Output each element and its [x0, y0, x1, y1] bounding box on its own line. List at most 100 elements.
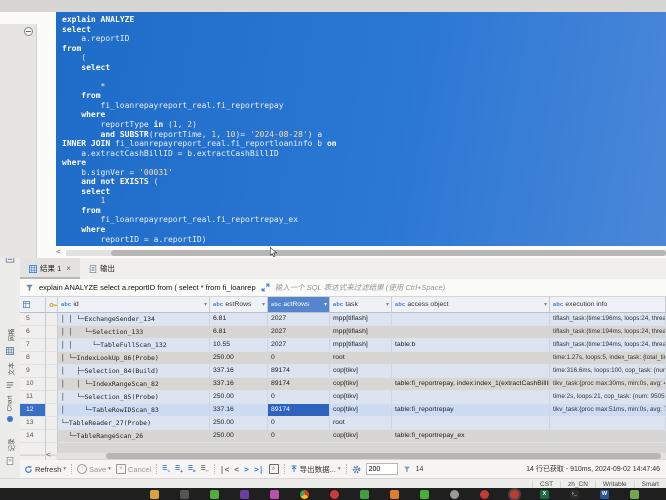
- cell-execution-info[interactable]: tikv_task:{proc max:30ms, min:0s, avg: 4…: [550, 378, 666, 391]
- cell-id[interactable]: │ │ └─TableFullScan_132: [58, 339, 210, 352]
- cell-task[interactable]: mpp[tiflash]: [330, 326, 392, 339]
- cell-access-object[interactable]: [392, 391, 550, 404]
- key-cell[interactable]: [46, 365, 58, 378]
- cell-execution-info[interactable]: [550, 430, 666, 443]
- filter-query-text[interactable]: explain ANALYZE select a.reportID from (…: [39, 283, 256, 292]
- chevron-down-icon[interactable]: ▾: [108, 466, 111, 472]
- cell-task[interactable]: cop[tikv]: [330, 365, 392, 378]
- scrollbar-thumb[interactable]: [106, 453, 661, 459]
- cell-id[interactable]: └─TableRangeScan_26: [58, 430, 210, 443]
- cell-id[interactable]: │ └─Selection_85(Probe): [58, 391, 210, 404]
- column-header-actRows[interactable]: abcactRows▾: [268, 297, 330, 313]
- scroll-left-icon[interactable]: <: [46, 450, 51, 459]
- tab-results[interactable]: 结果 1 ×: [20, 258, 80, 279]
- cell-execution-info[interactable]: time:2s, loops:21, cop_task: {num: 9505,…: [550, 391, 666, 404]
- prev-page-icon[interactable]: <: [234, 465, 239, 474]
- red-circle-app-icon[interactable]: [330, 490, 339, 499]
- sort-icon[interactable]: ▾: [262, 301, 265, 308]
- key-cell[interactable]: [46, 404, 58, 417]
- cell-execution-info[interactable]: tiflash_task:{time:194ms, loops:24, thre…: [550, 326, 666, 339]
- editor-hscrollbar[interactable]: <: [56, 249, 666, 257]
- cell-id[interactable]: │ └─TableRowIDScan_83: [58, 404, 210, 417]
- grid-hscrollbar[interactable]: <: [46, 452, 666, 460]
- cell-access-object[interactable]: [392, 313, 550, 326]
- row-number[interactable]: 5: [20, 313, 46, 326]
- row-number[interactable]: 11: [20, 391, 46, 404]
- column-header-task[interactable]: abctask▾: [330, 297, 392, 313]
- refresh-button[interactable]: Refresh▾: [24, 465, 66, 474]
- cell-actRows[interactable]: 2027: [268, 313, 330, 326]
- chrome-icon[interactable]: [300, 490, 309, 499]
- red-badge-app-icon-active[interactable]: [510, 490, 519, 499]
- key-cell[interactable]: [46, 352, 58, 365]
- page-size-input[interactable]: [366, 463, 398, 475]
- orange-app-icon[interactable]: [390, 490, 399, 499]
- table-row[interactable]: 9│ ├─Selection_84(Build)337.1689174cop[t…: [20, 365, 666, 378]
- side-tab-网格[interactable]: 网格: [0, 330, 20, 360]
- row-number[interactable]: 6: [20, 326, 46, 339]
- cell-estRows[interactable]: 250.00: [210, 430, 268, 443]
- cell-task[interactable]: root: [330, 352, 392, 365]
- expand-icon[interactable]: [261, 283, 270, 292]
- cell-task[interactable]: cop[tikv]: [330, 391, 392, 404]
- cell-estRows[interactable]: 6.81: [210, 326, 268, 339]
- cell-id[interactable]: │ │ └─Selection_133: [58, 326, 210, 339]
- export-data-button[interactable]: 导出数据...▾: [290, 464, 341, 475]
- row-number[interactable]: 7: [20, 339, 46, 352]
- cell-estRows[interactable]: 337.16: [210, 378, 268, 391]
- key-cell[interactable]: [46, 378, 58, 391]
- cell-actRows[interactable]: 0: [268, 352, 330, 365]
- file-explorer-icon[interactable]: [180, 490, 189, 499]
- table-row[interactable]: 6 │ │ └─Selection_1336.812027mpp[tiflash]…: [20, 326, 666, 339]
- red-badge-app-icon[interactable]: [480, 490, 489, 499]
- terminal-icon[interactable]: ›_: [570, 490, 579, 499]
- close-icon[interactable]: ×: [66, 264, 71, 273]
- save-button[interactable]: ↑ Save▾: [77, 464, 111, 474]
- tab-output[interactable]: 输出: [80, 258, 124, 279]
- cell-task[interactable]: cop[tikv]: [330, 404, 392, 417]
- cell-id[interactable]: └─TableReader_27(Probe): [58, 417, 210, 430]
- cell-access-object[interactable]: [392, 352, 550, 365]
- cell-actRows[interactable]: 0: [268, 391, 330, 404]
- first-page-icon[interactable]: |<: [220, 465, 230, 474]
- cell-id[interactable]: │ │ └─ExchangeSender_134: [58, 313, 210, 326]
- row-number[interactable]: 8: [20, 352, 46, 365]
- chevron-down-icon[interactable]: ▾: [63, 466, 66, 472]
- key-cell[interactable]: [46, 417, 58, 430]
- cell-task[interactable]: cop[tikv]: [330, 378, 392, 391]
- table-row[interactable]: 11 │ └─Selection_85(Probe)250.000cop[tikv…: [20, 391, 666, 404]
- filter-placeholder[interactable]: 输入一个 SQL 表达式来过滤结果 (使用 Ctrl+Space): [275, 282, 446, 293]
- column-header-id[interactable]: abcid▾: [58, 297, 210, 313]
- cell-task[interactable]: mpp[tiflash]: [330, 313, 392, 326]
- settings-gear-icon[interactable]: [352, 465, 361, 474]
- key-cell[interactable]: [46, 313, 58, 326]
- cell-execution-info[interactable]: time:1.27s, loops:5, index_task: {total_…: [550, 352, 666, 365]
- cell-execution-info[interactable]: time:316.6ms, loops:100, cop_task: {num:…: [550, 365, 666, 378]
- cell-estRows[interactable]: 250.00: [210, 352, 268, 365]
- green-notes-icon[interactable]: [630, 490, 639, 499]
- cell-estRows[interactable]: 250.00: [210, 391, 268, 404]
- status-mode[interactable]: Smart: [634, 481, 666, 488]
- wechat-icon[interactable]: [420, 490, 429, 499]
- table-row[interactable]: 10│ │ └─IndexRangeScan_82337.1689174cop[…: [20, 378, 666, 391]
- cell-task[interactable]: root: [330, 417, 392, 430]
- cell-actRows[interactable]: 2027: [268, 326, 330, 339]
- side-tab-文本[interactable]: 文本: [0, 364, 20, 394]
- column-header-execution-info[interactable]: abcexecution info: [550, 297, 666, 313]
- column-header-estRows[interactable]: abcestRows▾: [210, 297, 268, 313]
- cell-execution-info[interactable]: tiflash_task:{time:194ms, loops:24, thre…: [550, 339, 666, 352]
- status-locale[interactable]: zh_CN: [560, 481, 595, 488]
- cell-estRows[interactable]: 6.81: [210, 313, 268, 326]
- cell-actRows[interactable]: 89174: [268, 378, 330, 391]
- reload-page-icon[interactable]: ⌕: [269, 464, 279, 474]
- delete-row-icon[interactable]: ≡×: [188, 463, 196, 475]
- scrollbar-thumb[interactable]: [111, 250, 666, 256]
- cell-access-object[interactable]: table:fi_reportrepay_ex: [392, 430, 550, 443]
- table-row[interactable]: 12│ └─TableRowIDScan_83337.1689174cop[ti…: [20, 404, 666, 417]
- key-cell[interactable]: [46, 430, 58, 443]
- edit-row-icon[interactable]: ≡✎: [162, 463, 170, 475]
- sort-icon[interactable]: ▾: [204, 301, 207, 308]
- add-row-icon[interactable]: ≡+: [175, 463, 183, 475]
- row-number[interactable]: 14: [20, 430, 46, 443]
- key-cell[interactable]: [46, 391, 58, 404]
